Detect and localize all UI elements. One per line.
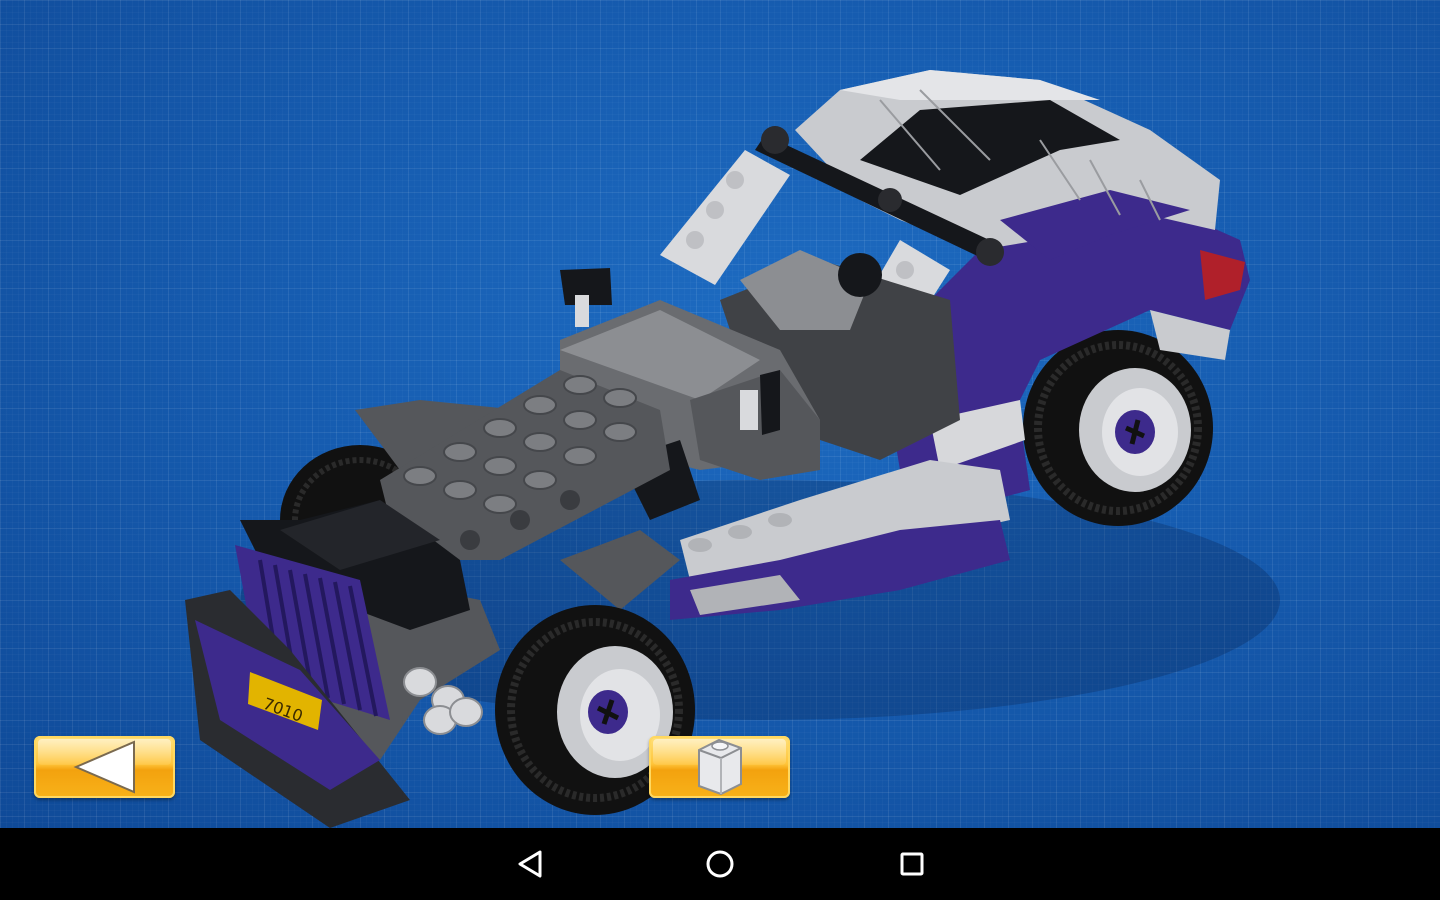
nav-back-button[interactable]: [508, 842, 552, 886]
previous-step-button[interactable]: [34, 736, 175, 798]
part-list-button[interactable]: [649, 736, 790, 798]
nav-back-icon: [518, 850, 542, 878]
blueprint-canvas[interactable]: 7010: [0, 0, 1440, 828]
lego-car-model[interactable]: 7010: [0, 0, 1440, 828]
nav-recents-icon: [900, 852, 924, 876]
nav-home-icon: [706, 850, 734, 878]
rear-wheel: [1023, 330, 1213, 526]
triangle-left-icon: [73, 740, 135, 794]
nav-recents-button[interactable]: [890, 842, 934, 886]
brick-icon: [698, 738, 742, 796]
nav-home-button[interactable]: [698, 842, 742, 886]
android-navigation-bar: [0, 828, 1440, 900]
